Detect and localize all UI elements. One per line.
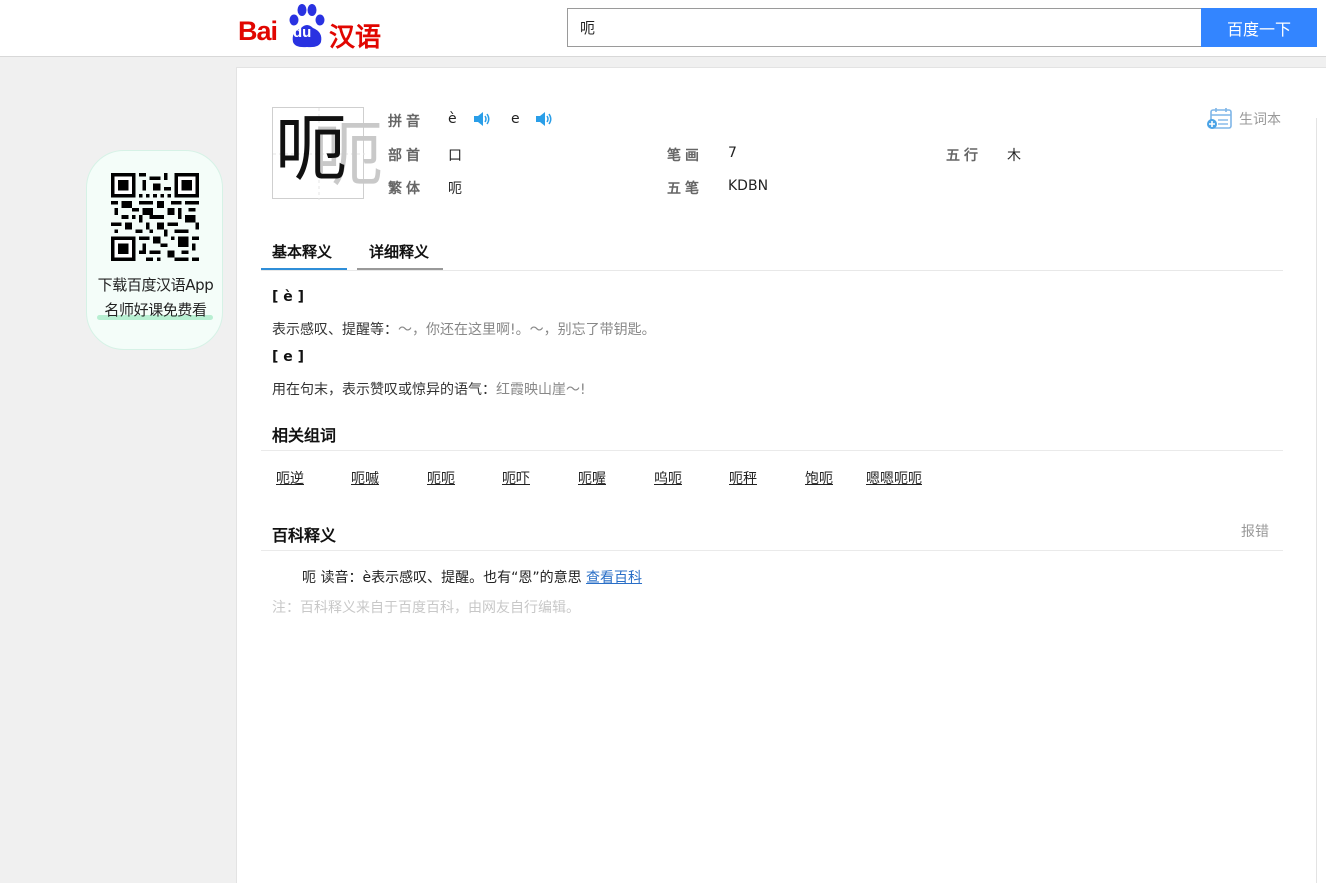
baike-summary: 呃 读音：è表示感叹、提醒。也有“恩”的意思 查看百科 bbox=[302, 567, 642, 587]
definition-2: 用在句末，表示赞叹或惊异的语气：红霞映山崖～! bbox=[272, 379, 586, 399]
wuxing-label: 五行 bbox=[946, 148, 982, 164]
tab-detail[interactable]: 详细释义 bbox=[369, 241, 429, 270]
logo-hanyu-text: 汉语 bbox=[329, 23, 382, 53]
report-error-link[interactable]: 报错 bbox=[1241, 521, 1269, 541]
definition-2-example: 红霞映山崖～! bbox=[496, 382, 586, 398]
definition-2-text: 用在句末，表示赞叹或惊异的语气： bbox=[272, 382, 496, 398]
traditional-label: 繁体 bbox=[388, 181, 424, 197]
character-box: 呃 呃 bbox=[272, 107, 383, 200]
main-panel: 呃 呃 拼音 è e 生词本 部首 口 笔画 7 五行 木 繁体 呃 五笔 KD… bbox=[236, 67, 1326, 883]
baike-title: 百科释义 bbox=[272, 526, 337, 545]
traditional-value: 呃 bbox=[448, 181, 462, 197]
definition-1-text: 表示感叹、提醒等： bbox=[272, 322, 398, 338]
search-box bbox=[567, 8, 1202, 47]
search-input[interactable] bbox=[568, 9, 1201, 46]
related-word[interactable]: 呃喔 bbox=[578, 468, 606, 488]
related-word[interactable]: 呜呃 bbox=[654, 468, 682, 488]
pinyin-2: e bbox=[511, 111, 520, 127]
baidu-hanyu-logo[interactable]: Bai du 汉语 bbox=[237, 2, 382, 53]
related-words-title: 相关组词 bbox=[272, 426, 337, 445]
speaker-icon[interactable] bbox=[473, 111, 491, 127]
definition-tabs: 基本释义 详细释义 bbox=[261, 233, 1283, 271]
top-header: Bai du 汉语 百度一下 bbox=[0, 0, 1326, 57]
related-word[interactable]: 嗯嗯呃呃 bbox=[866, 468, 922, 488]
character-glyph: 呃 bbox=[275, 107, 348, 191]
strokes-value: 7 bbox=[728, 145, 737, 161]
free-course-text: 名师好课免费看 bbox=[104, 301, 207, 319]
panel-border bbox=[1316, 118, 1317, 883]
logo-du-text: du bbox=[293, 24, 312, 41]
divider bbox=[261, 450, 1283, 451]
logo-bai-text: Bai bbox=[238, 16, 278, 46]
wuxing-value: 木 bbox=[1007, 148, 1021, 164]
definition-1: 表示感叹、提醒等：～，你还在这里啊!。～，别忘了带钥匙。 bbox=[272, 319, 656, 339]
speaker-icon[interactable] bbox=[535, 111, 553, 127]
pron-e4: [ è ] bbox=[272, 289, 305, 305]
related-word[interactable]: 呃秤 bbox=[729, 468, 757, 488]
radical-value: 口 bbox=[448, 148, 462, 164]
baike-text: 呃 读音：è表示感叹、提醒。也有“恩”的意思 bbox=[302, 570, 582, 586]
related-word[interactable]: 呃逆 bbox=[276, 468, 304, 488]
tab-active-indicator bbox=[261, 268, 347, 270]
wubi-value: KDBN bbox=[728, 178, 769, 194]
download-app-text: 下载百度汉语App bbox=[97, 276, 214, 294]
vocab-book-button[interactable]: 生词本 bbox=[1207, 108, 1281, 130]
related-word[interactable]: 呃嘁 bbox=[351, 468, 379, 488]
tab-underline bbox=[357, 268, 443, 270]
related-word[interactable]: 呃吓 bbox=[502, 468, 530, 488]
wubi-label: 五笔 bbox=[667, 181, 703, 197]
vocab-book-label: 生词本 bbox=[1239, 112, 1281, 128]
qr-code-icon bbox=[111, 173, 199, 261]
strokes-label: 笔画 bbox=[667, 148, 703, 164]
related-word[interactable]: 饱呃 bbox=[805, 468, 833, 488]
pron-e0: [ e ] bbox=[272, 349, 305, 365]
divider bbox=[261, 550, 1283, 551]
related-word[interactable]: 呃呃 bbox=[427, 468, 455, 488]
baike-note: 注：百科释义来自于百度百科，由网友自行编辑。 bbox=[272, 600, 580, 616]
pinyin-1: è bbox=[448, 111, 457, 127]
app-download-card[interactable]: 下载百度汉语App 名师好课免费看 bbox=[86, 150, 223, 350]
radical-label: 部首 bbox=[388, 148, 424, 164]
pinyin-label: 拼音 bbox=[388, 114, 424, 130]
definition-1-example: ～，你还在这里啊!。～，别忘了带钥匙。 bbox=[398, 322, 656, 338]
tab-basic[interactable]: 基本释义 bbox=[272, 241, 332, 270]
search-button[interactable]: 百度一下 bbox=[1201, 8, 1317, 47]
vocab-book-icon bbox=[1207, 108, 1232, 129]
view-baike-link[interactable]: 查看百科 bbox=[586, 570, 642, 586]
